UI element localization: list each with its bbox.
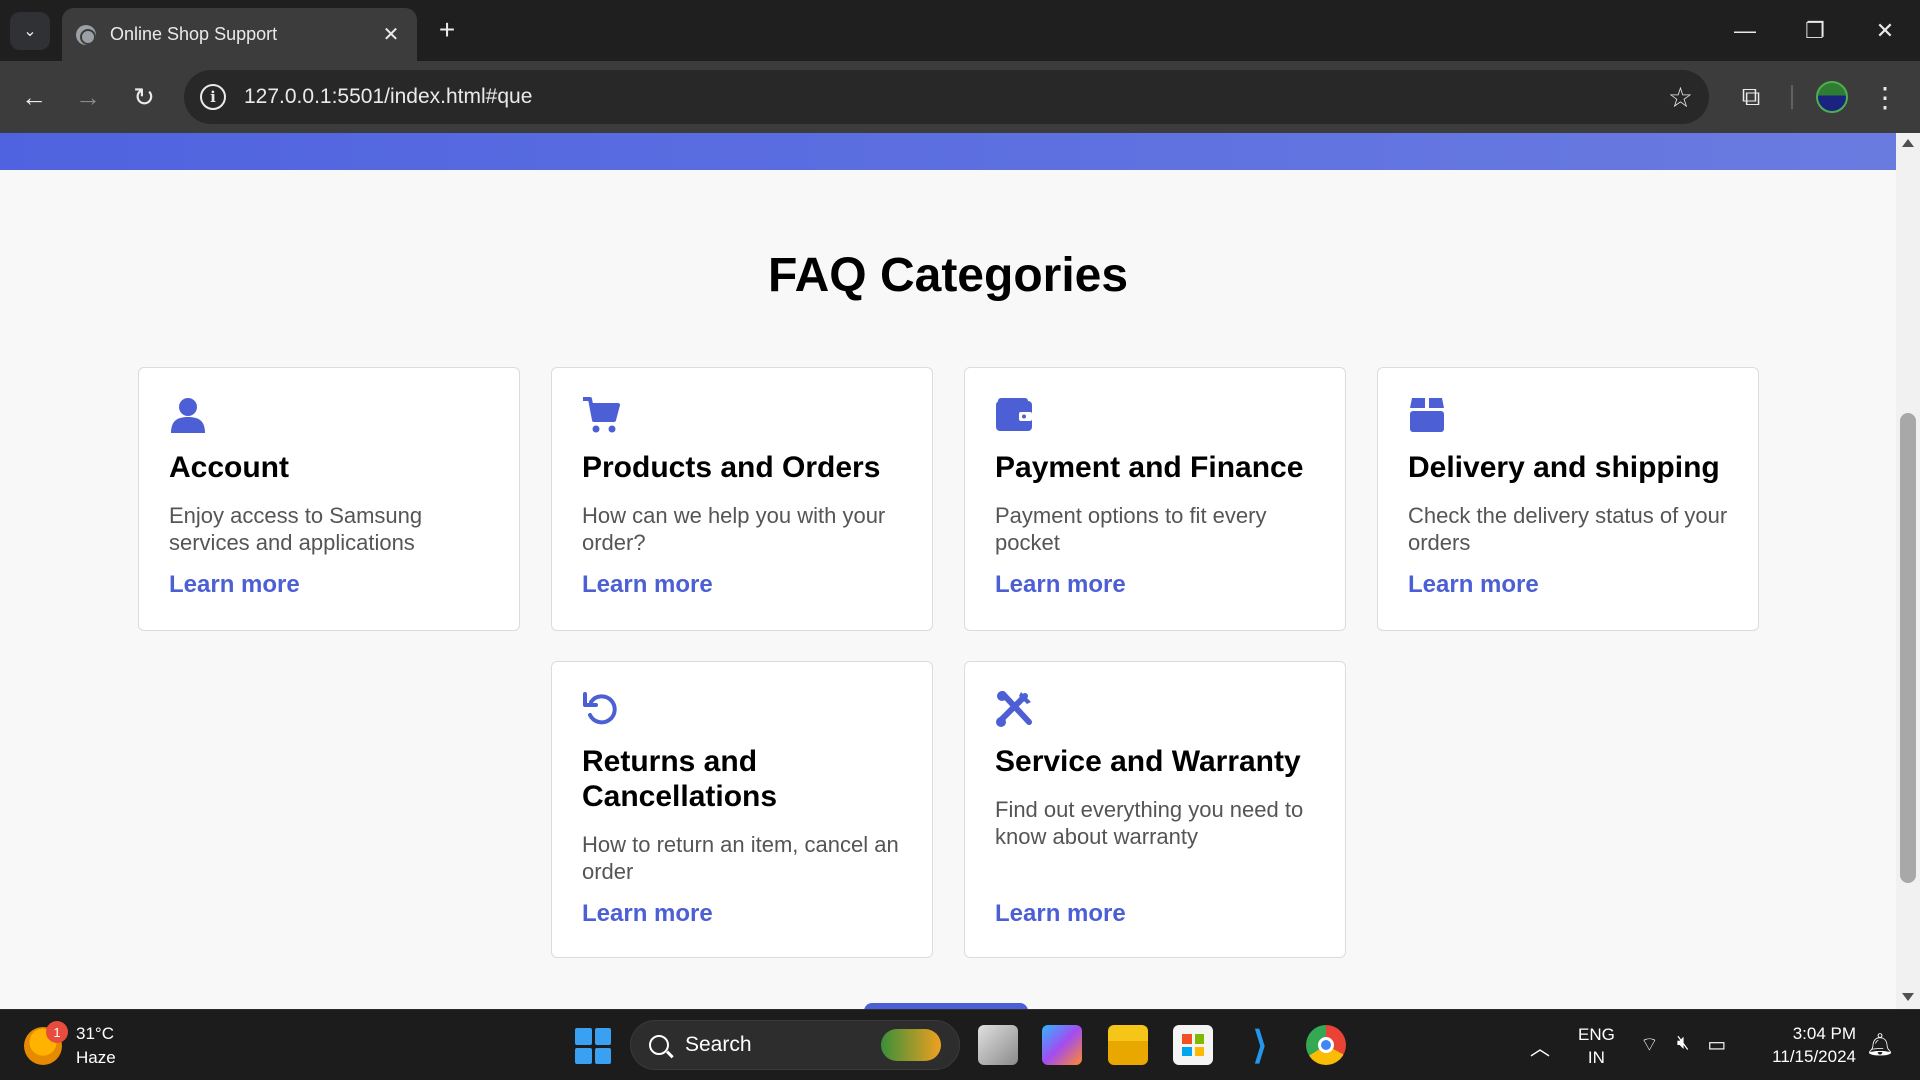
wifi-icon[interactable]: ⌔: [1640, 1032, 1659, 1057]
learn-more-link[interactable]: Learn more: [1408, 571, 1539, 599]
card-title: Service and Warranty: [995, 745, 1301, 778]
language-indicator[interactable]: ENG IN: [1578, 1023, 1615, 1069]
toolbar-divider: [1791, 85, 1793, 109]
reload-button[interactable]: ↻: [124, 77, 164, 117]
search-icon: [649, 1035, 669, 1055]
user-icon: [171, 398, 205, 433]
category-card-delivery-shipping[interactable]: Delivery and shipping Check the delivery…: [1377, 367, 1759, 631]
card-description: Find out everything you need to know abo…: [995, 797, 1304, 849]
bookmark-star-icon[interactable]: ☆: [1668, 81, 1693, 114]
box-icon: [1410, 398, 1444, 432]
language-code: ENG: [1578, 1025, 1615, 1044]
volume-muted-icon[interactable]: 🔇︎: [1677, 1032, 1690, 1057]
weather-haze-icon: 1: [24, 1021, 68, 1065]
windows-start-icon[interactable]: [575, 1028, 611, 1064]
header-band: [0, 133, 1896, 170]
restore-button[interactable]: ❐: [1790, 12, 1840, 50]
faq-heading: FAQ Categories: [767, 249, 1129, 302]
category-card-returns-cancellations[interactable]: Returns and Cancellations How to return …: [551, 661, 933, 958]
globe-icon: [76, 24, 96, 45]
tab-close-button[interactable]: ✕: [379, 22, 403, 47]
url-text[interactable]: 127.0.0.1:5501/index.html#que: [244, 85, 1668, 109]
weather-condition: Haze: [76, 1048, 116, 1067]
weather-widget[interactable]: 1 31°C Haze: [24, 1021, 116, 1070]
card-description: How can we help you with your order?: [582, 503, 886, 555]
search-highlight-icon: [881, 1029, 941, 1061]
back-button[interactable]: ←: [14, 77, 54, 117]
file-explorer-icon[interactable]: [1108, 1025, 1148, 1065]
card-description: How to return an item, cancel an order: [582, 832, 899, 884]
undo-icon: [583, 692, 617, 725]
learn-more-link[interactable]: Learn more: [582, 900, 713, 928]
card-description: Payment options to fit every pocket: [995, 503, 1267, 555]
scroll-up-arrow-icon[interactable]: [1902, 139, 1914, 147]
region-code: IN: [1587, 1048, 1605, 1067]
weather-temperature: 31°C: [76, 1024, 114, 1043]
card-description: Enjoy access to Samsung services and app…: [169, 503, 423, 555]
card-title: Delivery and shipping: [1408, 451, 1720, 484]
more-menu-icon[interactable]: ⋮: [1870, 79, 1900, 115]
chevron-down-icon: ⌄: [23, 23, 37, 40]
arrow-left-icon: ←: [21, 81, 47, 112]
reload-icon: ↻: [133, 81, 155, 112]
vscode-icon[interactable]: ⟩: [1240, 1025, 1280, 1067]
tab-search-button[interactable]: ⌄: [10, 12, 50, 50]
scroll-down-arrow-icon[interactable]: [1902, 993, 1914, 1001]
system-clock[interactable]: 3:04 PM 11/15/2024: [1762, 1022, 1856, 1068]
category-card-service-warranty[interactable]: Service and Warranty Find out everything…: [964, 661, 1346, 958]
tray-chevron-up-icon[interactable]: ︿: [1530, 1032, 1550, 1061]
site-info-icon[interactable]: i: [200, 84, 226, 110]
cart-icon: [583, 397, 620, 433]
card-title: Account: [169, 451, 289, 484]
copilot-icon[interactable]: [1042, 1025, 1082, 1065]
search-label: Search: [685, 1033, 752, 1056]
category-card-products-orders[interactable]: Products and Orders How can we help you …: [551, 367, 933, 631]
card-title: Products and Orders: [582, 451, 881, 484]
browser-tab[interactable]: Online Shop Support ✕: [62, 8, 417, 61]
close-window-button[interactable]: ✕: [1860, 12, 1910, 50]
battery-icon[interactable]: ▭: [1707, 1032, 1726, 1057]
category-card-account[interactable]: Account Enjoy access to Samsung services…: [138, 367, 520, 631]
category-card-payment-finance[interactable]: Payment and Finance Payment options to f…: [964, 367, 1346, 631]
profile-avatar[interactable]: [1816, 81, 1848, 113]
learn-more-link[interactable]: Learn more: [582, 571, 713, 599]
extensions-icon[interactable]: ⧉: [1733, 79, 1769, 115]
minimize-button[interactable]: —: [1720, 12, 1770, 50]
clock-time: 3:04 PM: [1792, 1024, 1856, 1043]
tools-icon: [996, 691, 1032, 727]
chrome-icon[interactable]: [1306, 1025, 1346, 1065]
learn-more-link[interactable]: Learn more: [995, 900, 1126, 928]
page-viewport: FAQ Categories Account Enjoy access to S…: [0, 133, 1896, 1009]
taskbar-search[interactable]: Search: [630, 1020, 960, 1070]
card-title: Payment and Finance: [995, 451, 1304, 484]
card-title: Returns and Cancellations: [582, 745, 778, 813]
windows-taskbar: 1 31°C Haze Search ⟩ ︿ ENG IN ⌔ 🔇︎ ▭ 3:0…: [0, 1009, 1920, 1080]
arrow-right-icon: →: [75, 81, 101, 112]
page-scrollbar[interactable]: [1896, 133, 1920, 1009]
notification-badge: 1: [46, 1021, 68, 1043]
wallet-icon: [996, 398, 1032, 431]
tab-title: Online Shop Support: [110, 24, 278, 44]
clock-date: 11/15/2024: [1772, 1047, 1856, 1066]
microsoft-store-icon[interactable]: [1173, 1025, 1213, 1065]
forward-button[interactable]: →: [68, 77, 108, 117]
scroll-thumb[interactable]: [1900, 413, 1916, 883]
card-description: Check the delivery status of your orders: [1408, 503, 1728, 555]
new-tab-button[interactable]: +: [432, 14, 462, 46]
browser-toolbar: ← → ↻ i 127.0.0.1:5501/index.html#que ☆ …: [0, 61, 1920, 133]
task-view-icon[interactable]: [978, 1025, 1018, 1065]
notification-bell-icon[interactable]: 🔔︎: [1866, 1032, 1894, 1058]
learn-more-link[interactable]: Learn more: [169, 571, 300, 599]
system-tray[interactable]: ⌔ 🔇︎ ▭: [1640, 1032, 1726, 1057]
browser-tab-bar: ⌄ Online Shop Support ✕ + — ❐ ✕: [0, 0, 1920, 61]
address-bar[interactable]: i 127.0.0.1:5501/index.html#que ☆: [184, 70, 1709, 124]
learn-more-link[interactable]: Learn more: [995, 571, 1126, 599]
